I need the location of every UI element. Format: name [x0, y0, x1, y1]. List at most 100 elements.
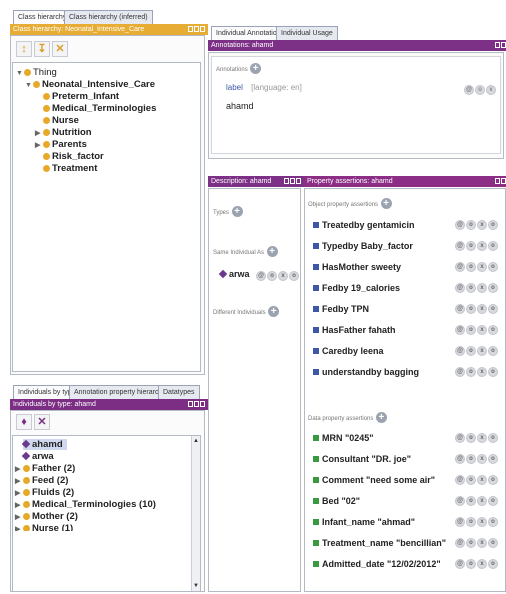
- delete-icon[interactable]: x: [477, 241, 487, 251]
- view-controls[interactable]: [188, 401, 205, 408]
- tree-node-child[interactable]: Risk_factor: [43, 151, 104, 162]
- edit-icon[interactable]: o: [466, 220, 476, 230]
- edit-icon[interactable]: o: [466, 559, 476, 569]
- data-property-row[interactable]: MRN "0245" @ o x o: [313, 432, 501, 444]
- data-property-row[interactable]: Infant_name "ahmad" @ o x o: [313, 516, 501, 528]
- more-icon[interactable]: o: [488, 433, 498, 443]
- expand-icon[interactable]: ▶: [35, 128, 43, 139]
- more-icon[interactable]: o: [488, 220, 498, 230]
- annotation-row[interactable]: label [language: en]: [226, 83, 302, 92]
- info-icon[interactable]: @: [464, 85, 474, 95]
- individual-item-selected[interactable]: ahamd: [21, 439, 67, 450]
- add-annotation-icon[interactable]: +: [250, 63, 262, 75]
- individual-item[interactable]: arwa: [21, 451, 54, 462]
- info-icon[interactable]: @: [455, 517, 465, 527]
- info-icon[interactable]: @: [455, 346, 465, 356]
- type-node[interactable]: ▶ Fluids (2): [15, 487, 74, 498]
- view-controls[interactable]: [284, 178, 301, 185]
- object-property-row[interactable]: Treatedby gentamicin @ o x o: [313, 219, 501, 231]
- expand-icon[interactable]: ▼: [16, 68, 24, 79]
- more-icon[interactable]: o: [488, 559, 498, 569]
- more-icon[interactable]: o: [488, 475, 498, 485]
- edit-icon[interactable]: o: [267, 271, 278, 281]
- type-node[interactable]: ▶ Mother (2): [15, 511, 78, 522]
- delete-individual-button[interactable]: ✕: [34, 414, 50, 430]
- delete-icon[interactable]: x: [477, 475, 487, 485]
- expand-icon[interactable]: ▶: [15, 476, 23, 487]
- more-icon[interactable]: o: [488, 454, 498, 464]
- object-property-row[interactable]: Fedby TPN @ o x o: [313, 303, 501, 315]
- same-individual-item[interactable]: arwa @ o x o: [218, 269, 300, 281]
- edit-icon[interactable]: o: [466, 325, 476, 335]
- delete-icon[interactable]: x: [477, 283, 487, 293]
- delete-icon[interactable]: x: [477, 325, 487, 335]
- object-property-row[interactable]: Typedby Baby_factor @ o x o: [313, 240, 501, 252]
- view-controls[interactable]: [495, 42, 506, 49]
- tree-node-child[interactable]: Medical_Terminologies: [43, 103, 156, 114]
- info-icon[interactable]: @: [455, 220, 465, 230]
- info-icon[interactable]: @: [455, 454, 465, 464]
- type-node[interactable]: ▶ Feed (2): [15, 475, 68, 486]
- add-individual-button[interactable]: ♦: [16, 414, 32, 430]
- info-icon[interactable]: @: [455, 262, 465, 272]
- info-icon[interactable]: @: [455, 538, 465, 548]
- edit-icon[interactable]: o: [466, 538, 476, 548]
- type-node[interactable]: ▶ Father (2): [15, 463, 75, 474]
- delete-icon[interactable]: x: [477, 559, 487, 569]
- delete-icon[interactable]: x: [278, 271, 289, 281]
- delete-icon[interactable]: x: [477, 517, 487, 527]
- more-icon[interactable]: o: [488, 304, 498, 314]
- tab-class-hierarchy-inferred[interactable]: Class hierarchy (inferred): [64, 10, 153, 25]
- edit-icon[interactable]: o: [466, 304, 476, 314]
- edit-icon[interactable]: o: [466, 475, 476, 485]
- more-icon[interactable]: o: [488, 283, 498, 293]
- edit-icon[interactable]: o: [466, 262, 476, 272]
- more-icon[interactable]: o: [488, 517, 498, 527]
- view-controls[interactable]: [188, 26, 205, 33]
- tree-node-child[interactable]: ▶ Parents: [35, 139, 87, 150]
- edit-icon[interactable]: o: [466, 367, 476, 377]
- info-icon[interactable]: @: [455, 283, 465, 293]
- data-property-row[interactable]: Consultant "DR. joe" @ o x o: [313, 453, 501, 465]
- add-different-individual-icon[interactable]: +: [268, 306, 280, 318]
- expand-icon[interactable]: ▼: [25, 80, 33, 91]
- object-property-row[interactable]: understandby bagging @ o x o: [313, 366, 501, 378]
- delete-icon[interactable]: x: [477, 433, 487, 443]
- edit-icon[interactable]: o: [466, 241, 476, 251]
- edit-icon[interactable]: o: [466, 496, 476, 506]
- delete-class-button[interactable]: ✕: [52, 41, 68, 57]
- info-icon[interactable]: @: [455, 325, 465, 335]
- expand-icon[interactable]: ▶: [15, 512, 23, 523]
- add-subclass-button[interactable]: ↕: [16, 41, 32, 57]
- edit-icon[interactable]: o: [466, 433, 476, 443]
- individuals-scrollbar[interactable]: ▲ ▼: [191, 436, 200, 591]
- add-sibling-button[interactable]: ↧: [34, 41, 50, 57]
- more-icon[interactable]: o: [488, 241, 498, 251]
- data-property-row[interactable]: Treatment_name "bencillian" @ o x o: [313, 537, 501, 549]
- more-icon[interactable]: o: [488, 538, 498, 548]
- more-icon[interactable]: o: [488, 367, 498, 377]
- tree-node-child[interactable]: ▶ Nutrition: [35, 127, 92, 138]
- edit-icon[interactable]: o: [466, 454, 476, 464]
- delete-icon[interactable]: x: [477, 346, 487, 356]
- object-property-row[interactable]: HasFather fahath @ o x o: [313, 324, 501, 336]
- view-controls[interactable]: [495, 178, 506, 185]
- tab-class-hierarchy[interactable]: Class hierarchy: [13, 10, 72, 25]
- expand-icon[interactable]: ▶: [15, 500, 23, 511]
- add-type-icon[interactable]: +: [231, 206, 243, 218]
- type-node[interactable]: ▶ Nurse (1): [15, 523, 73, 531]
- delete-icon[interactable]: x: [486, 85, 496, 95]
- more-icon[interactable]: o: [488, 262, 498, 272]
- info-icon[interactable]: @: [455, 496, 465, 506]
- info-icon[interactable]: @: [455, 433, 465, 443]
- add-object-property-icon[interactable]: +: [380, 198, 392, 210]
- more-icon[interactable]: o: [488, 325, 498, 335]
- expand-icon[interactable]: ▶: [15, 488, 23, 499]
- more-icon[interactable]: o: [488, 346, 498, 356]
- add-same-individual-icon[interactable]: +: [266, 246, 278, 258]
- info-icon[interactable]: @: [455, 241, 465, 251]
- info-icon[interactable]: @: [455, 475, 465, 485]
- object-property-row[interactable]: Caredby leena @ o x o: [313, 345, 501, 357]
- tab-datatypes[interactable]: Datatypes: [158, 385, 200, 400]
- data-property-row[interactable]: Admitted_date "12/02/2012" @ o x o: [313, 558, 501, 570]
